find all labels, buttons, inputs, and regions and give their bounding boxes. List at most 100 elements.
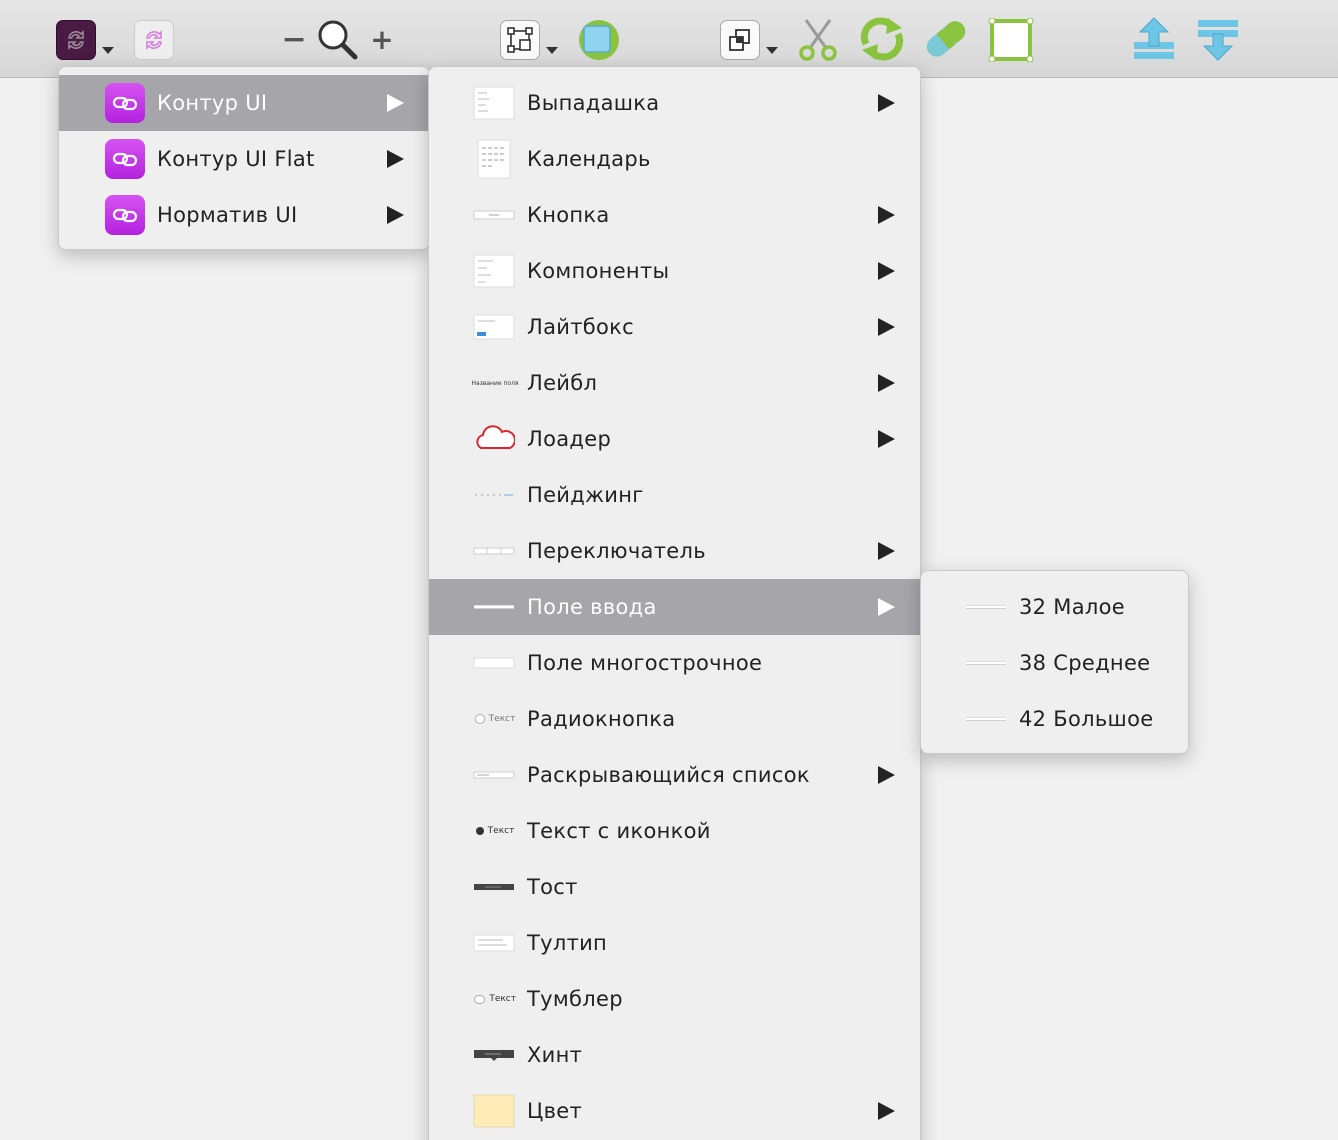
component-item-label: Переключатель [527, 539, 706, 563]
input-thumb-icon [473, 590, 515, 624]
submenu-arrow-icon [387, 206, 404, 224]
cloud-loader-icon [473, 422, 515, 456]
component-item-15[interactable]: Тост [429, 859, 920, 915]
component-item-3[interactable]: Кнопка [429, 187, 920, 243]
submenu-arrow-icon [387, 94, 404, 112]
component-item-12[interactable]: Текст Радиокнопка [429, 691, 920, 747]
text-icon-thumb-icon: Текст [474, 814, 516, 848]
component-item-label: Календарь [527, 147, 651, 171]
arrange-dropdown-arrow[interactable] [766, 47, 778, 54]
radio-thumb-icon: Текст [474, 702, 516, 736]
submenu-arrow-icon [878, 374, 895, 392]
component-item-8[interactable]: Пейджинг [429, 467, 920, 523]
component-item-label: Хинт [527, 1043, 583, 1067]
submenu-arrow-icon [878, 206, 895, 224]
select-thumb-icon [473, 758, 515, 792]
size-item-label: 42 Большое [1019, 707, 1154, 731]
component-item-11[interactable]: Поле многострочное [429, 635, 920, 691]
bounding-box-dropdown-arrow[interactable] [546, 47, 558, 54]
library-item-label: Контур UI Flat [157, 147, 315, 171]
component-item-14[interactable]: Текст Текст с иконкой [429, 803, 920, 859]
tooltip-thumb-icon [473, 926, 515, 960]
component-item-5[interactable]: Лайтбокс [429, 299, 920, 355]
shape-icon[interactable] [576, 18, 622, 62]
component-item-16[interactable]: Тултип [429, 915, 920, 971]
component-item-label: Кнопка [527, 203, 610, 227]
paging-thumb-icon [473, 478, 515, 512]
library-item-kontur-ui[interactable]: Контур UI [59, 75, 429, 131]
button-thumb-icon [473, 198, 515, 232]
zoom-out-icon[interactable]: − [281, 22, 306, 57]
size-item-small[interactable]: 32 Малое [921, 579, 1188, 635]
color-thumb-icon [473, 1094, 515, 1128]
bounding-box-icon [507, 27, 533, 53]
components-menu: Выпадашка Календарь Кнопка Компоненты Лайтбо… [428, 66, 921, 1140]
arrange-button[interactable] [720, 20, 760, 60]
textarea-thumb-icon [473, 646, 515, 680]
thumb-text: Текст [487, 826, 515, 836]
library-sync-disabled-button[interactable] [134, 20, 174, 60]
link-icon [105, 83, 145, 123]
pill-icon[interactable] [922, 16, 970, 62]
library-sync-disabled-icon [146, 30, 162, 50]
library-item-kontur-ui-flat[interactable]: Контур UI Flat [59, 131, 429, 187]
component-item-1[interactable]: Выпадашка [429, 75, 920, 131]
bounding-box-button[interactable] [500, 20, 540, 60]
submenu-arrow-icon [878, 262, 895, 280]
move-up-icon[interactable] [1132, 16, 1176, 62]
component-item-label: Лоадер [527, 427, 612, 451]
lightbox-thumb-icon [473, 310, 515, 344]
component-item-10[interactable]: Поле ввода [429, 579, 920, 635]
component-item-label: Лайтбокс [527, 315, 634, 339]
component-item-label: Раскрывающийся список [527, 763, 810, 787]
rotate-icon[interactable] [856, 16, 908, 62]
toast-thumb-icon [473, 870, 515, 904]
frame-icon[interactable] [988, 18, 1034, 62]
component-item-label: Цвет [527, 1099, 583, 1123]
submenu-arrow-icon [878, 94, 895, 112]
component-item-label: Тултип [527, 931, 608, 955]
magnifier-icon[interactable] [316, 18, 358, 60]
component-item-9[interactable]: Переключатель [429, 523, 920, 579]
thumb-text: Текст [489, 994, 516, 1004]
component-item-label: Тумблер [527, 987, 623, 1011]
submenu-arrow-icon [878, 430, 895, 448]
size-item-large[interactable]: 42 Большое [921, 691, 1188, 747]
library-dropdown-arrow[interactable] [102, 47, 114, 54]
component-item-label: Поле многострочное [527, 651, 763, 675]
hint-thumb-icon [473, 1038, 515, 1072]
component-item-label: Радиокнопка [527, 707, 676, 731]
input-sizes-menu: 32 Малое 38 Среднее 42 Большое [920, 570, 1189, 754]
size-item-label: 38 Среднее [1019, 651, 1151, 675]
component-item-label: Выпадашка [527, 91, 660, 115]
switcher-thumb-icon [473, 534, 515, 568]
library-item-normativ-ui[interactable]: Норматив UI [59, 187, 429, 243]
move-down-icon[interactable] [1196, 16, 1240, 62]
library-menu: Контур UI Контур UI Flat Норматив UI [58, 66, 430, 250]
component-item-label: Компоненты [527, 259, 670, 283]
link-icon [105, 139, 145, 179]
size-item-label: 32 Малое [1019, 595, 1125, 619]
component-item-6[interactable]: Название поля Лейбл [429, 355, 920, 411]
scissors-icon[interactable] [796, 16, 840, 62]
components-thumb-icon [473, 254, 515, 288]
component-item-label: Пейджинг [527, 483, 644, 507]
component-item-18[interactable]: Хинт [429, 1027, 920, 1083]
submenu-arrow-icon [878, 318, 895, 336]
component-item-label: Тост [527, 875, 578, 899]
submenu-arrow-icon [878, 598, 895, 616]
library-sync-icon [68, 30, 84, 50]
thumb-text: Текст [488, 714, 516, 724]
zoom-in-icon[interactable]: + [370, 23, 394, 56]
component-item-17[interactable]: Текст Тумблер [429, 971, 920, 1027]
library-sync-button[interactable] [56, 20, 96, 60]
submenu-arrow-icon [878, 542, 895, 560]
component-item-2[interactable]: Календарь [429, 131, 920, 187]
component-item-19[interactable]: Цвет [429, 1083, 920, 1139]
input-thumb-icon [965, 646, 1007, 680]
component-item-7[interactable]: Лоадер [429, 411, 920, 467]
component-item-4[interactable]: Компоненты [429, 243, 920, 299]
component-item-13[interactable]: Раскрывающийся список [429, 747, 920, 803]
calendar-thumb-icon [473, 139, 515, 179]
size-item-medium[interactable]: 38 Среднее [921, 635, 1188, 691]
